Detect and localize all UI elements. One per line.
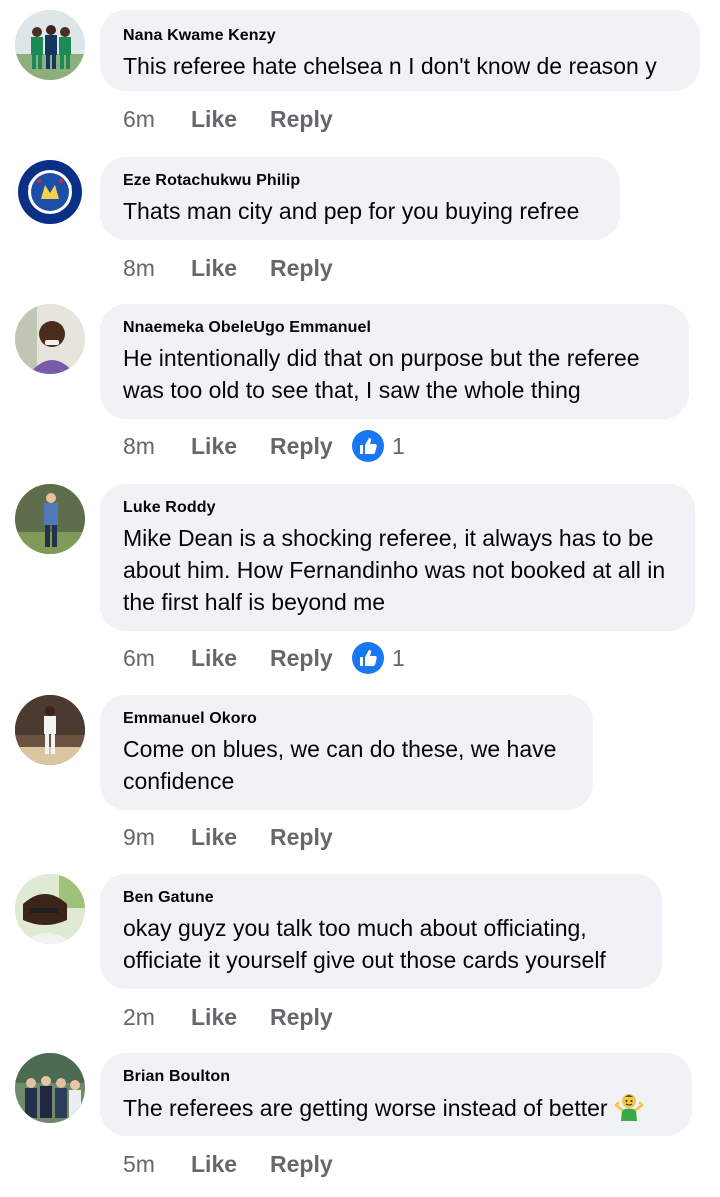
comment-text: The referees are getting worse instead o… <box>123 1091 670 1129</box>
comment-text: This referee hate chelsea n I don't know… <box>123 53 657 79</box>
comment-text: He intentionally did that on purpose but… <box>123 345 640 403</box>
comment-time[interactable]: 2m <box>123 1004 191 1031</box>
like-button[interactable]: Like <box>191 1004 270 1031</box>
comment-author[interactable]: Nnaemeka ObeleUgo Emmanuel <box>123 318 667 338</box>
standing-man-avatar <box>15 695 85 765</box>
comment-bubble: Nana Kwame Kenzy This referee hate chels… <box>100 10 700 91</box>
comment-time[interactable]: 8m <box>123 255 191 282</box>
comment-author[interactable]: Emmanuel Okoro <box>123 709 571 729</box>
comment-actions: 6m Like Reply <box>123 104 352 134</box>
comment-author[interactable]: Ben Gatune <box>123 888 640 908</box>
reaction-summary[interactable]: 1 <box>352 642 405 674</box>
comment-bubble: Luke Roddy Mike Dean is a shocking refer… <box>100 484 695 631</box>
like-button[interactable]: Like <box>191 824 270 851</box>
comment-bubble: Ben Gatune okay guyz you talk too much a… <box>100 874 662 989</box>
comment-author[interactable]: Nana Kwame Kenzy <box>123 26 678 46</box>
thumbs-up-icon <box>352 430 384 462</box>
reaction-count: 1 <box>392 644 405 671</box>
avatar[interactable] <box>15 695 85 765</box>
comment-bubble: Nnaemeka ObeleUgo Emmanuel He intentiona… <box>100 304 689 419</box>
comment-actions: 8m Like Reply <box>123 253 352 283</box>
selfie-avatar <box>15 874 85 944</box>
reply-button[interactable]: Reply <box>270 824 352 851</box>
comment-text: Mike Dean is a shocking referee, it alwa… <box>123 525 666 615</box>
comment-actions: 6m Like Reply 1 <box>123 642 405 674</box>
group-photo-avatar <box>15 1053 85 1123</box>
comment-bubble: Eze Rotachukwu Philip Thats man city and… <box>100 157 620 240</box>
comment-text: okay guyz you talk too much about offici… <box>123 915 606 973</box>
avatar[interactable] <box>15 1053 85 1123</box>
comment-text: Thats man city and pep for you buying re… <box>123 198 580 224</box>
reply-button[interactable]: Reply <box>270 1151 352 1178</box>
comment-time[interactable]: 9m <box>123 824 191 851</box>
reaction-summary[interactable]: 1 <box>352 430 405 462</box>
avatar[interactable] <box>15 874 85 944</box>
like-button[interactable]: Like <box>191 1151 270 1178</box>
man-shrugging-emoji <box>613 1091 644 1129</box>
reply-button[interactable]: Reply <box>270 1004 352 1031</box>
comment-author[interactable]: Luke Roddy <box>123 498 673 518</box>
comment-actions: 2m Like Reply <box>123 1002 352 1032</box>
reply-button[interactable]: Reply <box>270 255 352 282</box>
reply-button[interactable]: Reply <box>270 433 352 460</box>
comment-bubble: Emmanuel Okoro Come on blues, we can do … <box>100 695 593 810</box>
portrait-avatar <box>15 304 85 374</box>
comment-author[interactable]: Brian Boulton <box>123 1067 670 1087</box>
comment-time[interactable]: 8m <box>123 433 191 460</box>
comment-actions: 8m Like Reply 1 <box>123 430 405 462</box>
reply-button[interactable]: Reply <box>270 645 352 672</box>
comment-author[interactable]: Eze Rotachukwu Philip <box>123 171 598 191</box>
avatar[interactable] <box>15 484 85 554</box>
avatar[interactable] <box>15 157 85 227</box>
comment-time[interactable]: 6m <box>123 645 191 672</box>
comment-time[interactable]: 6m <box>123 106 191 133</box>
comment-text-content: The referees are getting worse instead o… <box>123 1095 608 1122</box>
comment-bubble: Brian Boulton The referees are getting w… <box>100 1053 692 1136</box>
standing-man-avatar <box>15 484 85 554</box>
avatar[interactable] <box>15 304 85 374</box>
comment-time[interactable]: 5m <box>123 1151 191 1178</box>
avatar[interactable] <box>15 10 85 80</box>
like-button[interactable]: Like <box>191 255 270 282</box>
comment-text: Come on blues, we can do these, we have … <box>123 736 557 794</box>
comment-actions: 5m Like Reply <box>123 1149 352 1179</box>
like-button[interactable]: Like <box>191 106 270 133</box>
like-button[interactable]: Like <box>191 433 270 460</box>
comment-actions: 9m Like Reply <box>123 822 352 852</box>
chelsea-crest-avatar <box>15 157 85 227</box>
like-button[interactable]: Like <box>191 645 270 672</box>
team-photo-avatar <box>15 10 85 80</box>
reaction-count: 1 <box>392 432 405 459</box>
reply-button[interactable]: Reply <box>270 106 352 133</box>
thumbs-up-icon <box>352 642 384 674</box>
